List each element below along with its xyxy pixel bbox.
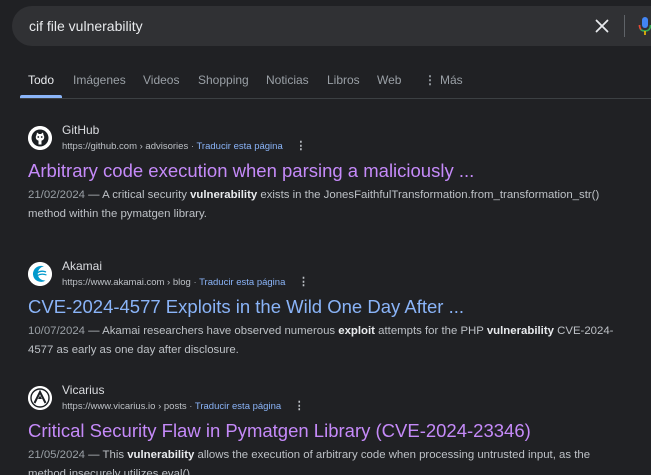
- result-date: 21/05/2024: [28, 449, 86, 461]
- result-url-text: https://github.com › advisories: [62, 141, 189, 152]
- search-result: Akamai https://www.akamai.com › blog · T…: [28, 259, 648, 360]
- result-title-link[interactable]: Arbitrary code execution when parsing a …: [28, 160, 474, 182]
- search-results-page: Todo Imágenes Videos Shopping Noticias L…: [0, 0, 651, 475]
- tab-imagenes[interactable]: Imágenes: [73, 73, 126, 87]
- search-bar: [12, 6, 651, 46]
- more-options-icon[interactable]: ⋮: [298, 275, 309, 288]
- result-url[interactable]: https://www.vicarius.io › posts · Traduc…: [62, 399, 305, 412]
- result-url[interactable]: https://github.com › advisories · Traduc…: [62, 139, 306, 152]
- search-result: Vicarius https://www.vicarius.io › posts…: [28, 383, 648, 475]
- github-icon: [28, 126, 52, 150]
- result-title-link[interactable]: Critical Security Flaw in Pymatgen Libra…: [28, 420, 531, 442]
- more-options-icon[interactable]: ⋮: [294, 399, 305, 412]
- clear-search-button[interactable]: [592, 16, 612, 36]
- tab-web[interactable]: Web: [377, 73, 401, 87]
- translate-link[interactable]: Traducir esta página: [199, 277, 285, 288]
- search-input[interactable]: [29, 16, 569, 36]
- akamai-icon: [28, 262, 52, 286]
- snippet-highlight: exploit: [338, 325, 375, 337]
- snippet-text: — A critical security: [85, 189, 191, 201]
- more-vert-icon: ⋮: [424, 73, 436, 87]
- result-snippet: 10/07/2024 — Akamai researchers have obs…: [28, 322, 628, 360]
- tab-todo[interactable]: Todo: [28, 73, 54, 87]
- tab-mas-label: Más: [440, 73, 463, 87]
- result-snippet: 21/05/2024 — This vulnerability allows t…: [28, 446, 628, 475]
- result-site-name: Akamai: [62, 259, 103, 273]
- tab-mas[interactable]: ⋮ Más: [424, 73, 463, 87]
- result-url-text: https://www.vicarius.io › posts: [62, 401, 187, 412]
- more-options-icon[interactable]: ⋮: [295, 139, 306, 152]
- search-divider: [624, 15, 625, 37]
- snippet-highlight: vulnerability: [486, 325, 554, 337]
- search-tabs: Todo Imágenes Videos Shopping Noticias L…: [20, 62, 651, 99]
- snippet-text: — This: [85, 449, 128, 461]
- translate-link[interactable]: Traducir esta página: [195, 401, 281, 412]
- tab-libros[interactable]: Libros: [327, 73, 360, 87]
- translate-link[interactable]: Traducir esta página: [196, 141, 282, 152]
- microphone-icon: [638, 17, 651, 35]
- snippet-text: attempts for the PHP: [374, 325, 487, 337]
- result-date: 21/02/2024: [28, 189, 86, 201]
- tab-shopping[interactable]: Shopping: [198, 73, 249, 87]
- result-url[interactable]: https://www.akamai.com › blog · Traducir…: [62, 275, 309, 288]
- result-site-name: Vicarius: [62, 383, 105, 397]
- result-date: 10/07/2024: [28, 325, 86, 337]
- close-icon: [595, 19, 609, 33]
- tab-videos[interactable]: Videos: [143, 73, 179, 87]
- result-title-link[interactable]: CVE-2024-4577 Exploits in the Wild One D…: [28, 296, 464, 318]
- vicarius-icon: [28, 386, 52, 410]
- snippet-highlight: vulnerability: [190, 189, 258, 201]
- result-snippet: 21/02/2024 — A critical security vulnera…: [28, 186, 628, 224]
- result-url-text: https://www.akamai.com › blog: [62, 277, 191, 288]
- voice-search-button[interactable]: [636, 15, 651, 37]
- search-result: GitHub https://github.com › advisories ·…: [28, 123, 648, 224]
- snippet-text: — Akamai researchers have observed numer…: [85, 325, 339, 337]
- snippet-highlight: vulnerability: [127, 449, 195, 461]
- result-site-name: GitHub: [62, 123, 100, 137]
- tab-noticias[interactable]: Noticias: [266, 73, 309, 87]
- active-tab-indicator: [20, 95, 62, 98]
